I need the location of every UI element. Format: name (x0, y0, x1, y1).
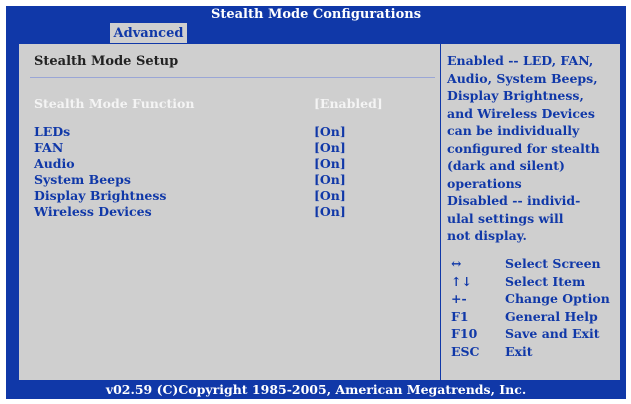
setting-wireless-devices-label[interactable]: Wireless Devices (34, 204, 152, 219)
setting-audio-label[interactable]: Audio (34, 156, 75, 171)
key-row: +- Change Option (451, 291, 619, 309)
arrows-left-right-icon: ↔ (451, 256, 462, 271)
setting-wireless-devices-value[interactable]: [On] (314, 204, 346, 219)
help-line: Enabled -- LED, FAN, (447, 53, 594, 68)
plus-minus-key: +- (451, 291, 467, 306)
help-panel-divider (440, 44, 441, 380)
help-line: configured for stealth (447, 140, 600, 156)
help-line: Display Brightness, (447, 88, 584, 103)
setting-system-beeps-label[interactable]: System Beeps (34, 172, 131, 187)
help-line: Audio, System Beeps, (447, 70, 598, 86)
bios-screen: Stealth Mode Configurations Advanced Ste… (6, 6, 626, 399)
setting-stealth-mode-function-value[interactable]: [Enabled] (314, 96, 383, 111)
window-title: Stealth Mode Configurations (210, 7, 422, 22)
setting-fan-value[interactable]: [On] (314, 140, 346, 155)
key-row: F1 General Help (451, 309, 619, 327)
help-line: Disabled -- individ- (447, 193, 581, 208)
help-line: ulal settings will (447, 210, 564, 226)
key-row: ↔ Select Screen (451, 256, 619, 274)
setting-leds-label[interactable]: LEDs (34, 124, 70, 139)
main-panel: Stealth Mode Setup Stealth Mode Function… (18, 43, 621, 381)
help-text: Enabled -- LED, FAN, Audio, System Beeps… (447, 52, 617, 245)
key-description: General Help (505, 308, 598, 324)
esc-key: ESC (451, 343, 480, 359)
help-line: operations (447, 175, 522, 191)
key-legend: ↔ Select Screen ↑↓ Select Item +- Change… (451, 256, 619, 361)
setting-leds-value[interactable]: [On] (314, 124, 346, 139)
f1-key: F1 (451, 308, 469, 324)
key-description: Save and Exit (505, 326, 600, 341)
arrows-up-down-icon: ↑↓ (451, 273, 472, 289)
help-line: not display. (447, 228, 527, 243)
key-description: Exit (505, 343, 533, 359)
key-row: ↑↓ Select Item (451, 274, 619, 292)
setting-audio-value[interactable]: [On] (314, 156, 346, 171)
key-row: F10 Save and Exit (451, 326, 619, 344)
key-description: Change Option (505, 291, 610, 306)
setting-system-beeps-value[interactable]: [On] (314, 172, 346, 187)
section-title: Stealth Mode Setup (34, 54, 179, 69)
key-row: ESC Exit (451, 344, 619, 362)
help-line: and Wireless Devices (447, 105, 595, 121)
help-line: can be individually (447, 123, 580, 138)
tab-advanced[interactable]: Advanced (110, 23, 187, 44)
setting-stealth-mode-function-label[interactable]: Stealth Mode Function (34, 96, 194, 111)
copyright-footer: v02.59 (C)Copyright 1985-2005, American … (105, 382, 527, 397)
help-line: (dark and silent) (447, 158, 565, 173)
key-description: Select Screen (505, 256, 601, 271)
section-divider (30, 77, 435, 78)
setting-display-brightness-label[interactable]: Display Brightness (34, 188, 166, 203)
setting-fan-label[interactable]: FAN (34, 140, 63, 155)
key-description: Select Item (505, 273, 586, 289)
f10-key: F10 (451, 326, 478, 341)
setting-display-brightness-value[interactable]: [On] (314, 188, 346, 203)
